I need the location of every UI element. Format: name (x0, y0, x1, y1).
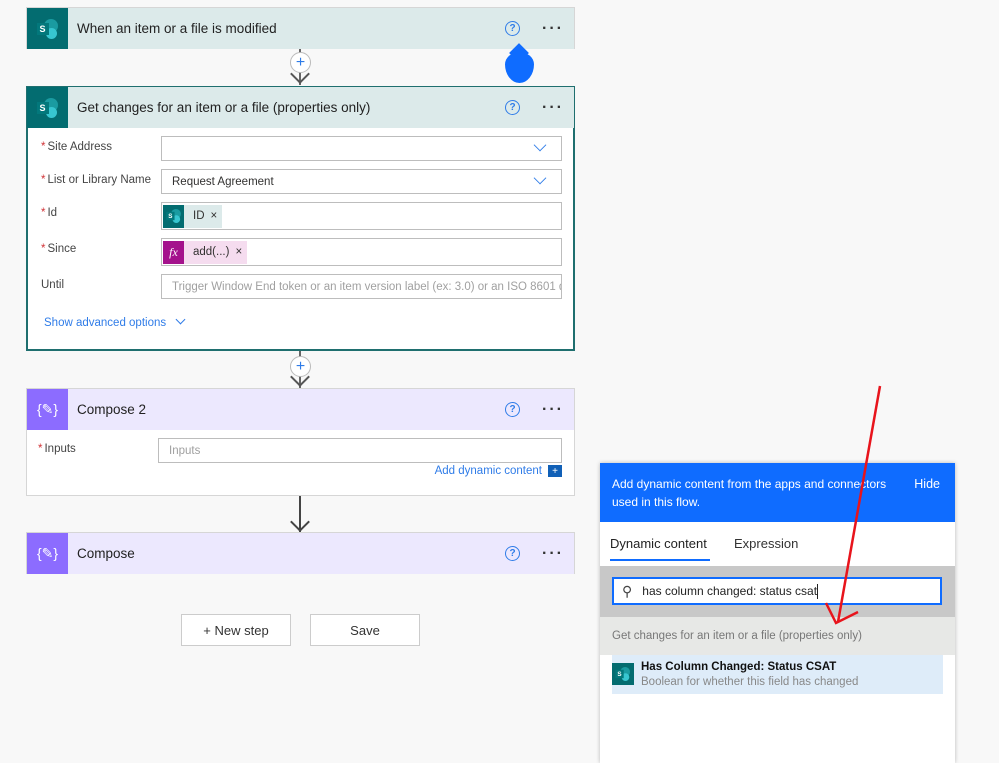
annotation-arrow-shaft (836, 385, 882, 623)
annotation-arrow (824, 385, 882, 625)
